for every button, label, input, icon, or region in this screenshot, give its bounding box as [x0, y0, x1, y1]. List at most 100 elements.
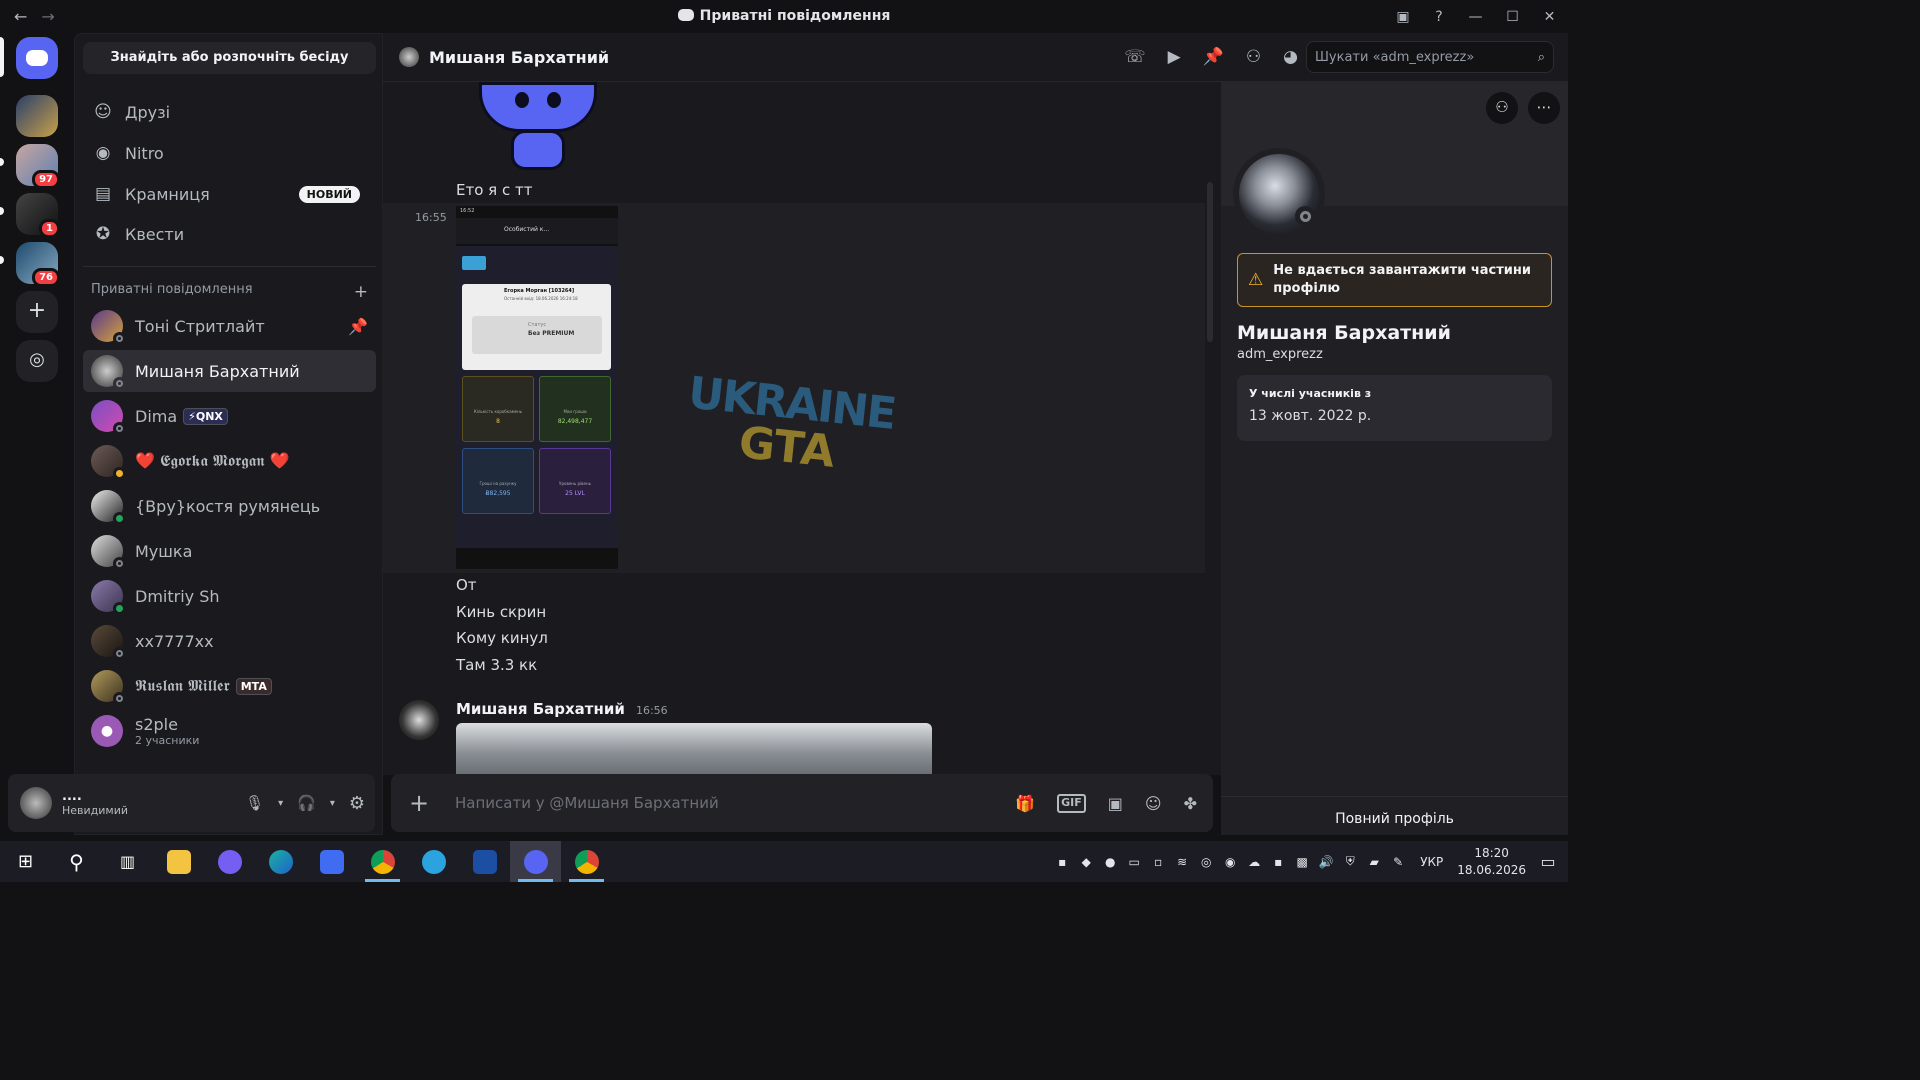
find-conversation-button[interactable]: Знайдіть або розпочніть бесіду — [83, 42, 376, 74]
app-icon[interactable] — [306, 841, 357, 882]
headphones-icon[interactable]: 🎧 — [297, 794, 316, 812]
message-timestamp: 16:55 — [415, 211, 447, 224]
group-icon: ● — [91, 715, 123, 747]
add-attachment-icon[interactable]: + — [409, 789, 433, 817]
dm-item[interactable]: ● s2ple 2 учасники — [83, 710, 376, 752]
security-icon[interactable]: ⛨ — [1338, 854, 1362, 869]
close-button[interactable]: ✕ — [1531, 9, 1568, 25]
author-avatar[interactable] — [399, 700, 439, 740]
gift-icon[interactable]: 🎁 — [1015, 794, 1035, 813]
discover-button[interactable]: ◎ — [16, 340, 58, 382]
viber-icon[interactable] — [204, 841, 255, 882]
volume-icon[interactable]: 🔊 — [1314, 855, 1338, 869]
tray-app-icon[interactable]: ◎ — [1194, 855, 1218, 869]
task-view-icon[interactable]: ▥ — [102, 841, 153, 882]
chevron-down-icon[interactable]: ▾ — [278, 798, 283, 809]
sticker-icon[interactable]: ▣ — [1108, 794, 1123, 813]
video-call-icon[interactable]: ▶ — [1168, 47, 1181, 67]
apps-icon[interactable]: ✤ — [1184, 794, 1197, 813]
tray-app-icon[interactable]: ◆ — [1074, 855, 1098, 869]
chrome-icon[interactable] — [357, 841, 408, 882]
notifications-icon[interactable]: ▭ — [1536, 852, 1560, 871]
file-explorer-icon[interactable] — [153, 841, 204, 882]
clock-time: 18:20 — [1474, 845, 1509, 860]
tray-app-icon[interactable]: ▪ — [1266, 855, 1290, 869]
create-dm-icon[interactable]: + — [354, 282, 368, 302]
telegram-icon[interactable] — [408, 841, 459, 882]
search-icon[interactable]: ⚲ — [51, 841, 102, 882]
more-options-icon[interactable]: ⋯ — [1528, 92, 1560, 124]
nvidia-icon[interactable]: ▰ — [1362, 855, 1386, 869]
add-server-button[interactable]: + — [16, 291, 58, 333]
message-input[interactable]: Написати у @Мишаня Бархатний — [455, 794, 719, 812]
search-input[interactable]: Шукати «adm_exprezz» ⌕ — [1306, 41, 1554, 73]
scrollbar[interactable] — [1207, 182, 1213, 342]
dm-item[interactable]: Dmitriy Sh — [83, 575, 376, 617]
onedrive-icon[interactable]: ☁ — [1242, 855, 1266, 869]
nav-nitro[interactable]: ◉ Nitro — [83, 133, 376, 173]
battery-icon[interactable]: ▭ — [1122, 855, 1146, 869]
maximize-button[interactable]: ☐ — [1494, 9, 1531, 25]
emoji-icon[interactable]: ☺ — [1145, 794, 1162, 813]
chevron-down-icon[interactable]: ▾ — [330, 798, 335, 809]
profile-avatar[interactable] — [1233, 148, 1325, 240]
avatar — [91, 490, 126, 525]
full-profile-button[interactable]: Повний профіль — [1221, 796, 1568, 835]
tile-value: 82,498,477 — [557, 418, 593, 425]
start-button[interactable]: ⊞ — [0, 841, 51, 882]
tray-app-icon[interactable]: ▫ — [1146, 855, 1170, 869]
dm-item[interactable]: ❤️ 𝕰𝖌𝖔𝖗𝖐𝖆 𝕸𝖔𝖗𝖌𝖆𝖓 ❤️ — [83, 440, 376, 482]
pin-icon[interactable]: 📌 — [1203, 47, 1224, 67]
profile-username: adm_exprezz — [1237, 347, 1323, 362]
nav-friends[interactable]: ☺ Друзі — [83, 92, 376, 132]
server-icon[interactable]: 97 — [16, 144, 60, 189]
server-icon[interactable] — [16, 95, 58, 137]
lightshot-icon[interactable] — [459, 841, 510, 882]
microphone-icon[interactable]: 🎙 — [245, 794, 264, 812]
nav-label: Крамниця — [125, 184, 210, 204]
minimize-button[interactable]: — — [1457, 9, 1494, 25]
image-attachment[interactable] — [456, 723, 932, 775]
discord-icon[interactable] — [510, 841, 561, 882]
author-name[interactable]: Мишаня Бархатний — [456, 700, 625, 718]
arrow-right-icon[interactable]: → — [41, 7, 54, 26]
add-friends-icon[interactable]: ⚇ — [1246, 47, 1261, 67]
tray-app-icon[interactable]: ◉ — [1218, 855, 1242, 869]
help-icon[interactable]: ? — [1421, 9, 1457, 25]
tray-app-icon[interactable]: ▪ — [1050, 855, 1074, 869]
dm-item[interactable]: Dima ⚡QNX — [83, 395, 376, 437]
server-icon[interactable]: 1 — [16, 193, 60, 238]
voice-call-icon[interactable]: ☏ — [1124, 47, 1145, 67]
pen-icon[interactable]: ✎ — [1386, 855, 1410, 869]
user-profile-icon[interactable]: ◕ — [1283, 47, 1298, 67]
edge-icon[interactable] — [255, 841, 306, 882]
dm-item[interactable]: Мишаня Бархатний — [83, 350, 376, 392]
clock[interactable]: 18:20 18.06.2026 — [1457, 845, 1526, 879]
tile-label: Уровень рівень — [559, 481, 591, 486]
arrow-left-icon[interactable]: ← — [14, 7, 27, 26]
tray-app-icon[interactable]: ▩ — [1290, 855, 1314, 869]
dm-item[interactable]: 𝕽𝖚𝖘𝖑𝖆𝖓 𝕸𝖎𝖑𝖑𝖊𝖗 MTA — [83, 665, 376, 707]
dm-item[interactable]: Мушка — [83, 530, 376, 572]
settings-icon[interactable]: ⚙ — [349, 793, 365, 814]
nav-label: Квести — [125, 224, 185, 244]
pin-icon[interactable]: 📌 — [348, 317, 368, 336]
tray-discord-icon[interactable]: ● — [1098, 855, 1122, 869]
nav-quests[interactable]: ✪ Квести — [83, 214, 376, 254]
nav-shop[interactable]: ▤ Крамниця НОВИЙ — [83, 174, 376, 214]
dm-item[interactable]: Тоні Стритлайт 📌 — [83, 305, 376, 347]
dm-item[interactable]: {Вру}костя румянець — [83, 485, 376, 527]
inbox-icon[interactable]: ▣ — [1385, 9, 1421, 25]
server-icon[interactable]: 76 — [16, 242, 60, 287]
wifi-icon[interactable]: ≋ — [1170, 855, 1194, 869]
image-attachment[interactable]: 16:52 Особистий к... Егорка Морган [1032… — [456, 206, 618, 569]
add-friend-icon[interactable]: ⚇ — [1486, 92, 1518, 124]
server-tag: MTA — [235, 677, 272, 695]
gif-icon[interactable]: GIF — [1057, 793, 1086, 813]
dm-name: Dmitriy Sh — [135, 586, 220, 606]
language-indicator[interactable]: УКР — [1420, 855, 1443, 869]
chrome-icon[interactable] — [561, 841, 612, 882]
avatar[interactable] — [20, 787, 52, 819]
home-button[interactable] — [16, 37, 58, 79]
dm-item[interactable]: xx7777xx — [83, 620, 376, 662]
